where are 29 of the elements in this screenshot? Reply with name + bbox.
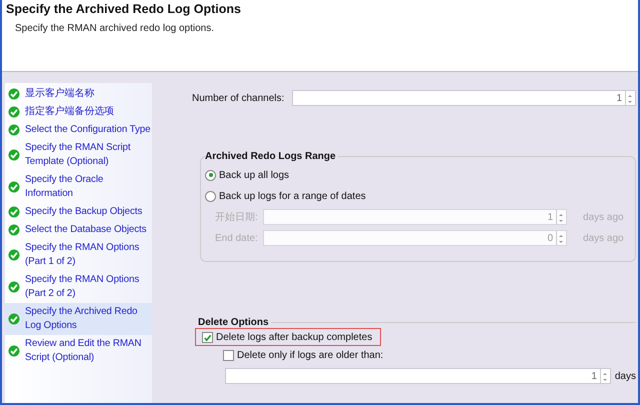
number-spinner[interactable]: 1 <box>225 368 611 384</box>
field-label: 开始日期: <box>215 210 259 224</box>
checkbox-icon <box>202 332 213 342</box>
checkbox-icon <box>223 350 234 360</box>
number-spinner[interactable]: 1 <box>292 90 636 106</box>
unit-label: days <box>614 370 636 382</box>
field-label: Number of channels: <box>192 92 284 104</box>
page-description: Specify the RMAN archived redo log options. <box>15 23 215 34</box>
radio-option[interactable]: Back up logs for a range of dates <box>205 188 627 204</box>
group-title: Delete Options <box>198 317 269 328</box>
step-item[interactable]: 指定客户端备份选项 <box>5 103 152 121</box>
step-item[interactable]: Specify the Oracle Information <box>5 171 152 203</box>
step-item[interactable]: Specify the Archived Redo Log Options <box>5 303 152 335</box>
checkbox-option[interactable]: Delete logs after backup completes <box>195 328 382 346</box>
step-item[interactable]: Select the Database Objects <box>5 221 152 239</box>
step-item[interactable]: Specify the RMAN Script Template (Optional) <box>5 139 152 171</box>
group-title: Archived Redo Logs Range <box>205 151 338 162</box>
step-item[interactable]: Select the Configuration Type <box>5 121 152 139</box>
step-item[interactable]: Review and Edit the RMAN Script (Optional) <box>5 335 152 367</box>
field-label: End date: <box>215 232 259 244</box>
step-item[interactable]: Specify the Backup Objects <box>5 203 152 221</box>
step-item[interactable]: 显示客户端名称 <box>5 85 152 103</box>
page-title: Specify the Archived Redo Log Options <box>6 2 242 16</box>
unit-label: days ago <box>582 212 625 222</box>
step-item[interactable]: Specify the RMAN Options (Part 1 of 2) <box>5 239 152 271</box>
checkbox-option[interactable]: Delete only if logs are older than: <box>212 346 384 364</box>
step-item[interactable]: Specify the RMAN Options (Part 2 of 2) <box>5 271 152 303</box>
unit-label: days ago <box>582 232 625 244</box>
radio-option[interactable]: Back up all logs <box>205 167 627 183</box>
